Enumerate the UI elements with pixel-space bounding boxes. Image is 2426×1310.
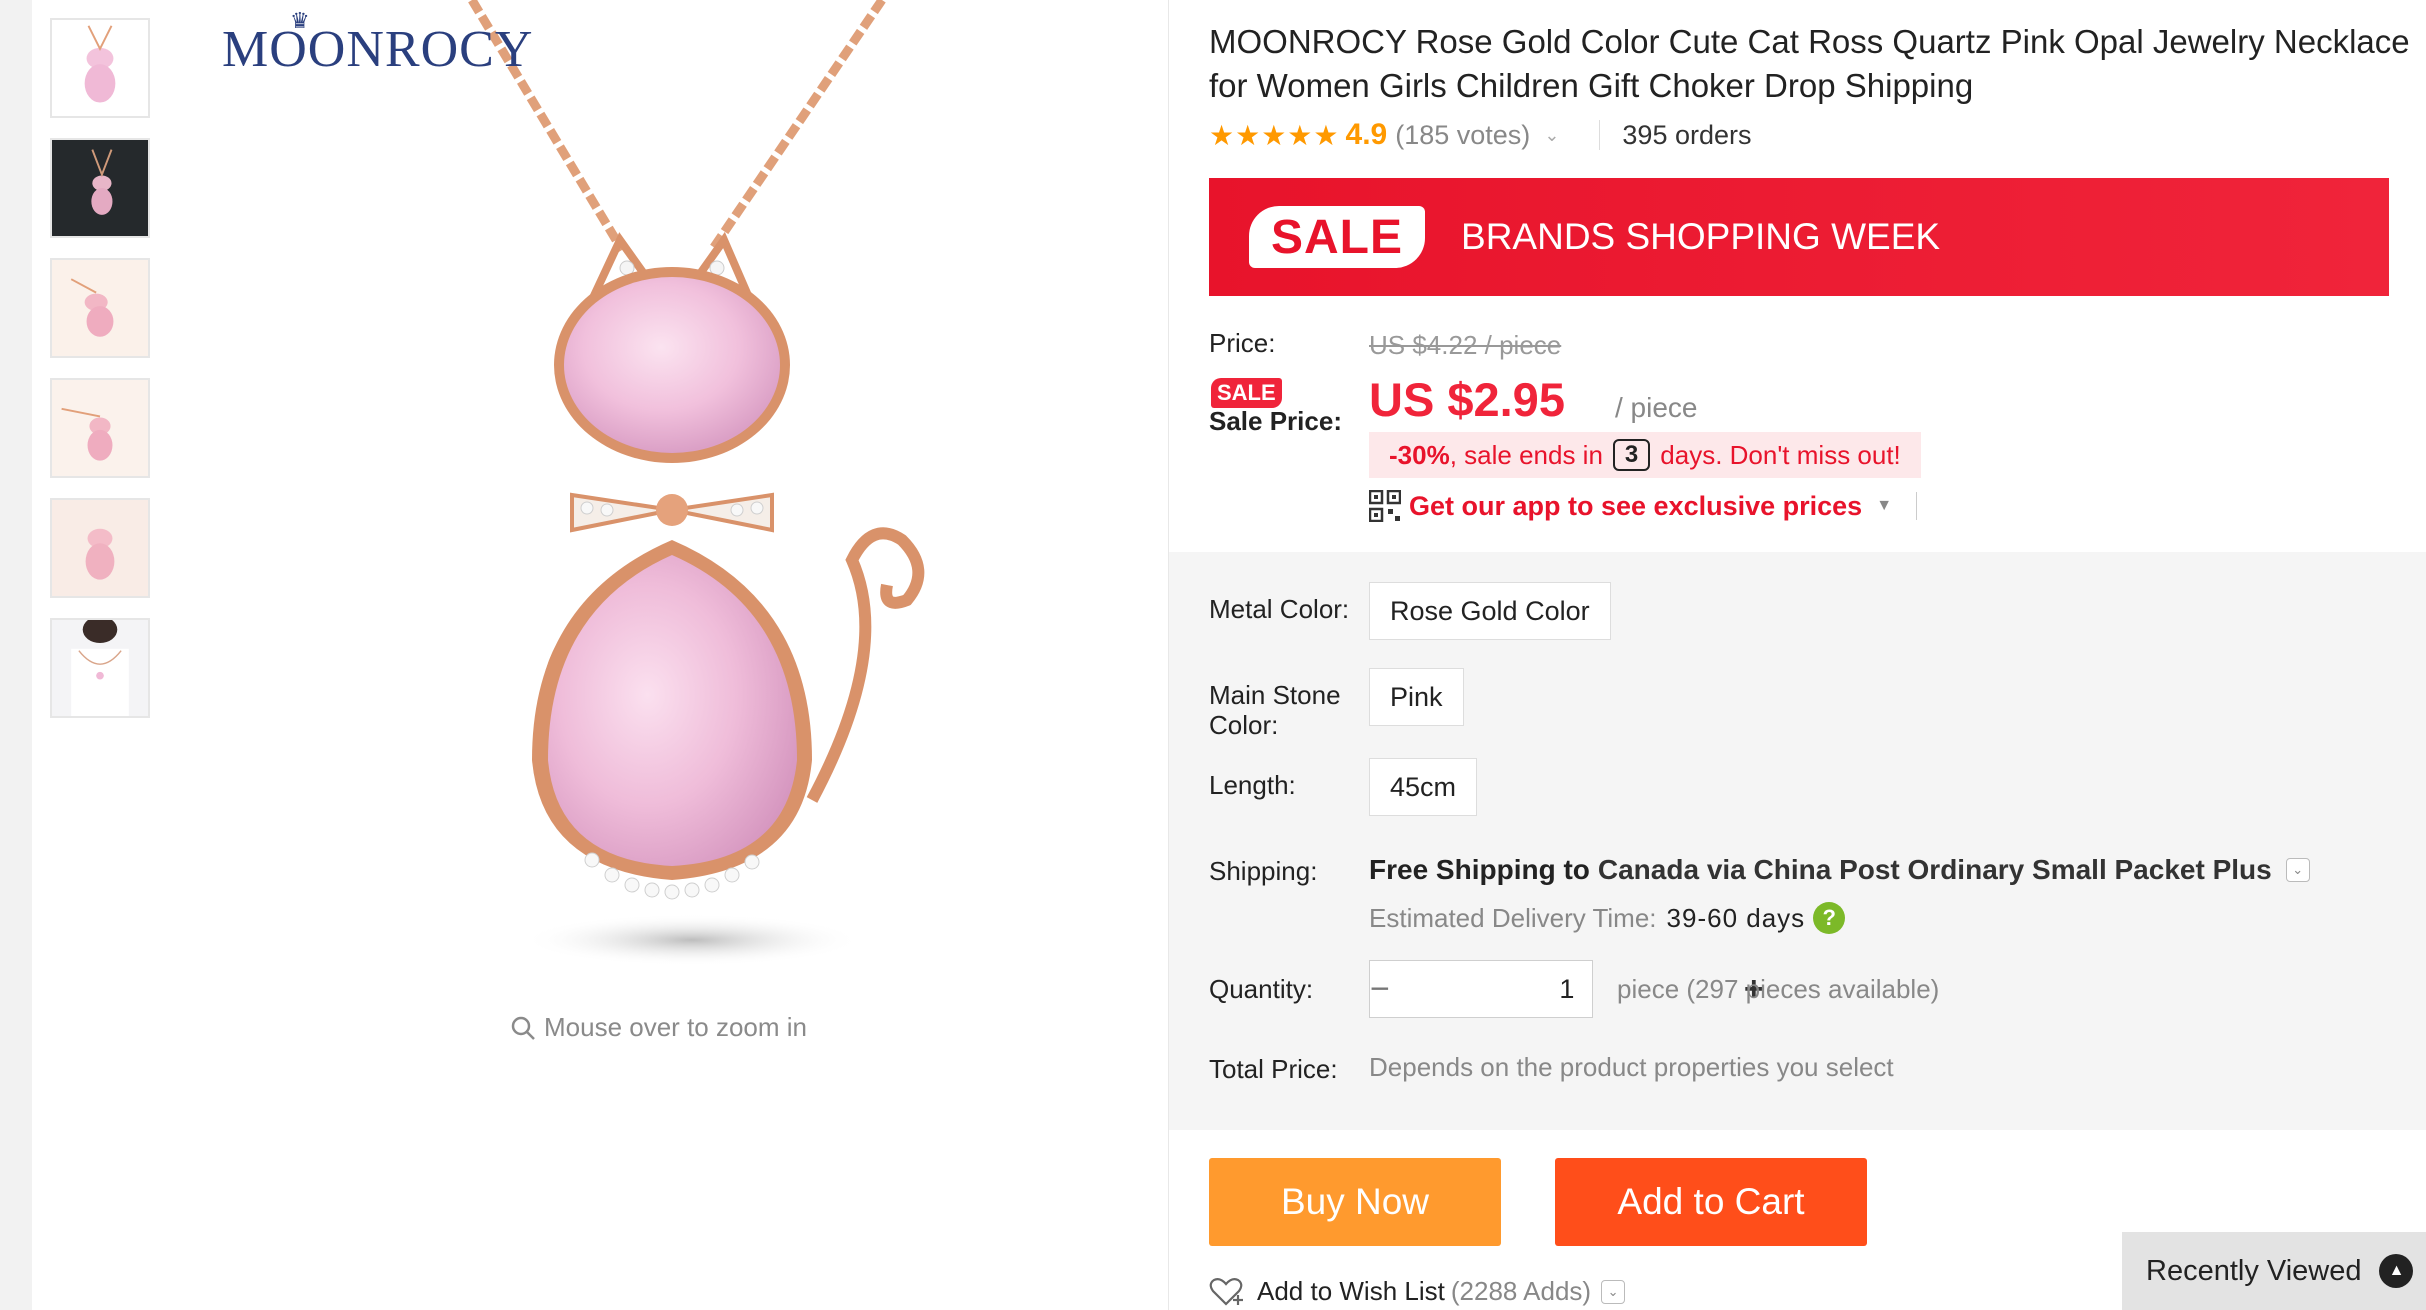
orders-count: 395 orders	[1622, 119, 1752, 150]
sale-price: US $2.95	[1369, 373, 1565, 426]
chevron-up-icon: ▲	[2379, 1254, 2414, 1288]
metal-color-option[interactable]: Rose Gold Color	[1369, 582, 1611, 640]
delivery-estimate: Estimated Delivery Time: 39-60 days ?	[1369, 902, 1846, 934]
sale-price-label: Sale Price:	[1209, 406, 1342, 436]
thumbnail-1[interactable]	[50, 18, 150, 118]
crown-icon: ♛	[290, 8, 310, 33]
help-icon[interactable]: ?	[1813, 902, 1846, 934]
stone-color-option[interactable]: Pink	[1369, 668, 1464, 726]
add-to-cart-button[interactable]: Add to Cart	[1555, 1158, 1867, 1246]
price-label: Price:	[1209, 328, 1276, 358]
shipping-destination: Canada via China Post Ordinary Small Pac…	[1597, 854, 2272, 885]
quantity-stepper: − +	[1369, 960, 1764, 1018]
options-panel: Metal Color: Rose Gold Color Main Stone …	[1169, 552, 2426, 1130]
app-promo-text: Get our app to see exclusive prices	[1409, 490, 1863, 521]
shipping-method[interactable]: Free Shipping to Canada via China Post O…	[1369, 854, 2310, 886]
chevron-down-icon[interactable]: ⌄	[2285, 858, 2310, 882]
delivery-value: 39-60 days	[1666, 902, 1806, 933]
discount-notice: -30% , sale ends in 3 days. Don't miss o…	[1369, 432, 1921, 478]
sale-banner[interactable]: SALE BRANDS SHOPPING WEEK	[1209, 178, 2389, 296]
recently-viewed-toggle[interactable]: Recently Viewed ▲	[2122, 1232, 2426, 1310]
rating-value: 4.9	[1345, 118, 1388, 151]
wishlist-label: Add to Wish List	[1257, 1276, 1445, 1306]
thumbnail-6[interactable]	[50, 618, 150, 718]
sale-ends-prefix: , sale ends in	[1449, 439, 1603, 470]
divider	[1599, 120, 1601, 150]
total-price-value: Depends on the product properties you se…	[1369, 1052, 1894, 1082]
wishlist-link[interactable]: Add to Wish List (2288 Adds) ⌄	[1209, 1276, 1626, 1307]
qr-code-icon	[1369, 490, 1401, 522]
thumbnail-3[interactable]	[50, 258, 150, 358]
shipping-label: Shipping:	[1209, 856, 1318, 886]
thumbnail-strip	[50, 18, 150, 738]
metal-color-label: Metal Color:	[1209, 594, 1350, 624]
discount-percent: -30%	[1389, 439, 1450, 470]
magnifier-icon	[511, 1016, 535, 1040]
sale-badge: SALE	[1249, 206, 1426, 268]
star-rating-icon: ★★★★★	[1209, 119, 1340, 151]
zoom-hint: Mouse over to zoom in	[510, 1012, 807, 1043]
caret-down-icon[interactable]: ▼	[1876, 497, 1892, 515]
wishlist-count: (2288 Adds)	[1450, 1276, 1592, 1306]
votes-count[interactable]: (185 votes)	[1395, 120, 1530, 151]
recently-viewed-label: Recently Viewed	[2146, 1254, 2362, 1287]
divider	[1916, 492, 1918, 520]
product-title: MOONROCY Rose Gold Color Cute Cat Ross Q…	[1209, 23, 2410, 104]
price-unit: / piece	[1615, 392, 1698, 423]
sale-ends-suffix: days. Don't miss out!	[1660, 439, 1901, 470]
brand-logo: MOONROCY	[222, 21, 534, 78]
page: MOONROCY ♛ Mouse over to zoom in MOONROC…	[32, 0, 2426, 1310]
app-promo-link[interactable]: Get our app to see exclusive prices ▼	[1369, 490, 1918, 522]
thumbnail-2[interactable]	[50, 138, 150, 238]
stone-color-label: Main Stone Color:	[1209, 680, 1341, 740]
heart-icon	[1209, 1277, 1243, 1306]
main-product-image[interactable]	[172, 0, 1172, 990]
product-details: MOONROCY Rose Gold Color Cute Cat Ross Q…	[1168, 0, 2426, 1310]
total-price-label: Total Price:	[1209, 1054, 1338, 1084]
length-label: Length:	[1209, 770, 1296, 800]
length-option[interactable]: 45cm	[1369, 758, 1478, 816]
free-shipping-text: Free Shipping to	[1369, 854, 1590, 885]
original-price: US $4.22 / piece	[1369, 330, 1562, 360]
thumbnail-4[interactable]	[50, 378, 150, 478]
rating-row: ★★★★★ 4.9 (185 votes) ⌄ 395 orders	[1209, 118, 1752, 152]
sale-mini-badge: SALE	[1211, 378, 1282, 408]
thumbnail-5[interactable]	[50, 498, 150, 598]
quantity-availability: piece (297 pieces available)	[1617, 974, 1940, 1004]
quantity-label: Quantity:	[1209, 974, 1314, 1004]
zoom-hint-text: Mouse over to zoom in	[544, 1012, 808, 1042]
sale-banner-text: BRANDS SHOPPING WEEK	[1461, 216, 1941, 257]
sale-days-remaining: 3	[1612, 439, 1651, 471]
buy-now-button[interactable]: Buy Now	[1209, 1158, 1501, 1246]
delivery-label: Estimated Delivery Time:	[1369, 902, 1657, 933]
minus-icon[interactable]: −	[1370, 961, 1390, 1017]
chevron-down-icon[interactable]: ⌄	[1544, 125, 1559, 146]
chevron-down-icon[interactable]: ⌄	[1601, 1279, 1626, 1304]
